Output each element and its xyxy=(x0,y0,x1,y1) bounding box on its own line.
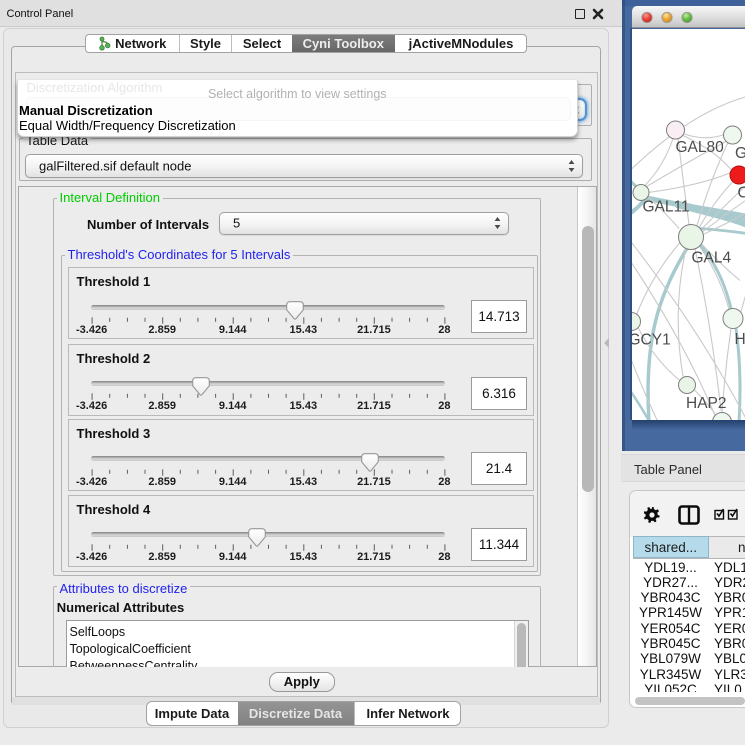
svg-text:GCY1: GCY1 xyxy=(632,331,671,348)
svg-text:GAL80: GAL80 xyxy=(676,139,725,156)
svg-text:C: C xyxy=(738,184,745,201)
svg-text:GAL11: GAL11 xyxy=(643,198,690,215)
svg-text:GAL4: GAL4 xyxy=(692,249,732,266)
svg-text:HAP2: HAP2 xyxy=(686,395,727,412)
svg-text:H: H xyxy=(735,331,745,348)
svg-text:G.: G. xyxy=(735,145,745,162)
